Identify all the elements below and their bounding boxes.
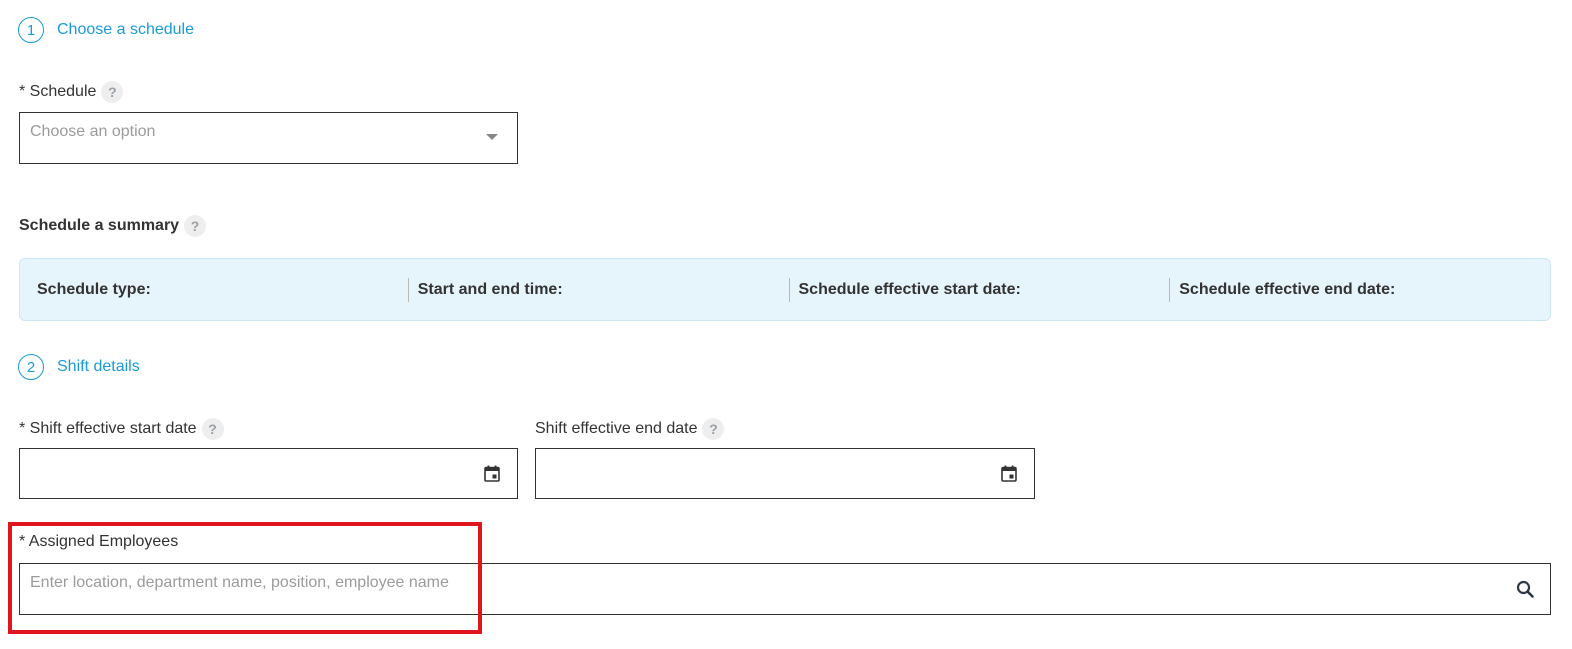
summary-effective-start-date: Schedule effective start date: <box>788 277 1170 302</box>
highlight-box <box>8 522 482 634</box>
schedule-label: * Schedule <box>19 83 97 100</box>
schedule-select-placeholder: Choose an option <box>30 123 156 140</box>
summary-effective-end-date: Schedule effective end date: <box>1169 277 1550 302</box>
step-2-header: 2 Shift details <box>18 354 140 380</box>
shift-end-help-icon[interactable]: ? <box>702 418 725 440</box>
chevron-down-icon <box>486 134 498 140</box>
calendar-icon[interactable] <box>1001 465 1017 482</box>
shift-end-label: Shift effective end date <box>535 420 698 437</box>
step-2-number: 2 <box>18 354 44 380</box>
schedule-select[interactable]: Choose an option <box>19 112 518 164</box>
schedule-summary-panel: Schedule type: Start and end time: Sched… <box>19 258 1551 321</box>
calendar-icon[interactable] <box>484 465 500 482</box>
shift-start-label: * Shift effective start date <box>19 420 197 437</box>
schedule-form: 1 Choose a schedule * Schedule ? Choose … <box>0 0 1572 649</box>
step-1-number: 1 <box>18 17 44 43</box>
summary-title-row: Schedule a summary ? <box>19 215 207 237</box>
summary-start-end-time: Start and end time: <box>407 277 789 302</box>
shift-start-label-row: * Shift effective start date ? <box>19 418 224 440</box>
summary-title: Schedule a summary <box>19 217 180 234</box>
shift-end-label-row: Shift effective end date ? <box>535 418 725 440</box>
shift-start-date-input[interactable] <box>19 448 518 499</box>
shift-end-date-input[interactable] <box>535 448 1035 499</box>
search-icon[interactable] <box>1516 580 1534 598</box>
schedule-help-icon[interactable]: ? <box>101 81 124 103</box>
step-2-title: Shift details <box>57 358 140 375</box>
shift-start-help-icon[interactable]: ? <box>201 418 224 440</box>
step-1-title: Choose a schedule <box>57 21 194 38</box>
summary-help-icon[interactable]: ? <box>184 215 207 237</box>
step-1-header: 1 Choose a schedule <box>18 17 194 43</box>
summary-schedule-type: Schedule type: <box>37 280 151 298</box>
schedule-label-row: * Schedule ? <box>19 81 124 103</box>
